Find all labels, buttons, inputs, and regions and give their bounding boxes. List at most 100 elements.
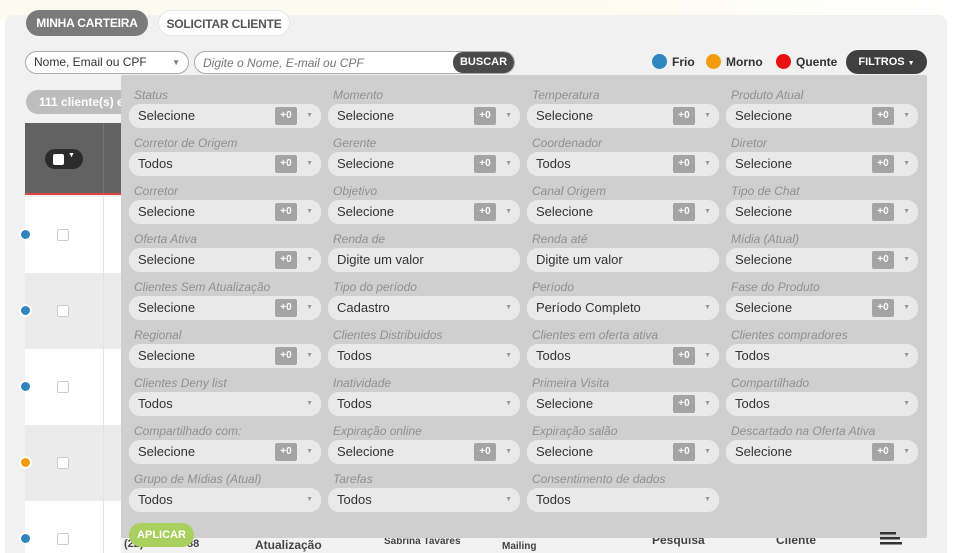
filter-select[interactable]: Selecione +0 ▼ [726, 104, 918, 128]
chevron-down-icon: ▼ [704, 496, 711, 503]
filter-select[interactable]: Selecione +0 ▼ [328, 152, 520, 176]
filter-value: Selecione [735, 204, 793, 219]
filter-select[interactable]: Selecione +0 ▼ [328, 440, 520, 464]
row-checkbox[interactable] [57, 229, 69, 241]
apply-filters-button[interactable]: APLICAR [129, 523, 194, 547]
row-checkbox[interactable] [57, 305, 69, 317]
filter-label: Expiração online [333, 424, 422, 438]
row-checkbox[interactable] [57, 533, 69, 545]
filter-select[interactable]: Selecione +0 ▼ [726, 152, 918, 176]
filter-select[interactable]: Todos ▼ [726, 344, 918, 368]
legend-label: Morno [726, 54, 763, 69]
filter-select[interactable]: Selecione +0 ▼ [129, 104, 321, 128]
chevron-down-icon: ▼ [704, 160, 711, 167]
tab-minha-carteira[interactable]: MINHA CARTEIRA [26, 10, 148, 36]
filter-select[interactable]: Selecione +0 ▼ [328, 104, 520, 128]
filter-value: Selecione [138, 204, 196, 219]
filter-select[interactable]: Todos ▼ [527, 488, 719, 512]
search-box: BUSCAR [194, 51, 515, 74]
selected-count-badge: +0 [673, 443, 695, 461]
chevron-down-icon: ▼ [306, 112, 313, 119]
filter-select[interactable]: Selecione +0 ▼ [726, 248, 918, 272]
list-icon[interactable] [880, 531, 902, 545]
filter-input[interactable]: Digite um valor [328, 248, 520, 272]
legend-label: Frio [672, 54, 695, 69]
table-row[interactable] [19, 425, 121, 501]
tab-solicitar-cliente[interactable]: SOLICITAR CLIENTE [158, 10, 290, 36]
search-type-value: Nome, Email ou CPF [34, 55, 147, 69]
filter-select[interactable]: Todos ▼ [328, 488, 520, 512]
table-row[interactable] [19, 197, 121, 273]
search-input[interactable] [195, 52, 453, 73]
filter-label: Produto Atual [731, 88, 804, 102]
filter-select[interactable]: Selecione +0 ▼ [328, 200, 520, 224]
filter-select[interactable]: Selecione +0 ▼ [129, 248, 321, 272]
chevron-down-icon: ▼ [903, 352, 910, 359]
filter-select[interactable]: Todos ▼ [129, 488, 321, 512]
selected-count-badge: +0 [872, 155, 894, 173]
filter-label: Status [134, 88, 169, 102]
chevron-down-icon: ▼ [903, 112, 910, 119]
table-row[interactable] [19, 501, 121, 553]
filter-select[interactable]: Cadastro ▼ [328, 296, 520, 320]
filter-select[interactable]: Selecione +0 ▼ [726, 440, 918, 464]
filter-select[interactable]: Selecione +0 ▼ [129, 200, 321, 224]
filter-value: Selecione [138, 252, 196, 267]
filter-value: Todos [337, 396, 372, 411]
chevron-down-icon: ▼ [704, 304, 711, 311]
filter-label: Clientes Sem Atualização [134, 280, 271, 294]
filter-value: Período Completo [536, 300, 641, 315]
column-divider [103, 349, 104, 425]
filter-select[interactable]: Todos +0 ▼ [527, 152, 719, 176]
filter-select[interactable]: Todos +0 ▼ [527, 344, 719, 368]
filter-label: Grupo de Mídias (Atual) [134, 472, 262, 486]
selected-count-badge: +0 [474, 107, 496, 125]
filter-value: Todos [138, 396, 173, 411]
select-all-dropdown[interactable]: ▼ [45, 149, 83, 169]
filter-value: Todos [337, 492, 372, 507]
filter-select[interactable]: Selecione +0 ▼ [726, 296, 918, 320]
filter-value: Selecione [337, 156, 395, 171]
filter-select[interactable]: Selecione +0 ▼ [726, 200, 918, 224]
filter-select[interactable]: Todos ▼ [328, 344, 520, 368]
filter-select[interactable]: Selecione +0 ▼ [129, 344, 321, 368]
filter-value: Todos [536, 156, 571, 171]
filters-button[interactable]: FILTROS ▼ [846, 50, 927, 74]
filter-label: Expiração salão [532, 424, 618, 438]
table-row[interactable] [19, 349, 121, 425]
filter-select[interactable]: Todos ▼ [328, 392, 520, 416]
row-col2: Atualização [255, 538, 322, 552]
filter-value: Selecione [536, 396, 594, 411]
table-row[interactable] [19, 273, 121, 349]
chevron-down-icon: ▼ [505, 448, 512, 455]
filter-select[interactable]: Selecione +0 ▼ [527, 104, 719, 128]
filter-select[interactable]: Selecione +0 ▼ [527, 200, 719, 224]
row-checkbox[interactable] [57, 381, 69, 393]
temperature-dot-icon [19, 304, 32, 317]
filter-value: Selecione [735, 108, 793, 123]
temperature-dot-icon [19, 456, 32, 469]
chevron-down-icon: ▼ [306, 352, 313, 359]
filter-select[interactable]: Selecione +0 ▼ [129, 440, 321, 464]
filter-select[interactable]: Período Completo ▼ [527, 296, 719, 320]
filter-label: Primeira Visita [532, 376, 610, 390]
filter-value: Todos [536, 492, 571, 507]
select-all-checkbox[interactable] [53, 154, 64, 165]
temperature-dot-icon [19, 380, 32, 393]
filter-select[interactable]: Selecione +0 ▼ [129, 296, 321, 320]
selected-count-badge: +0 [673, 107, 695, 125]
filter-select[interactable]: Selecione +0 ▼ [527, 392, 719, 416]
chevron-down-icon: ▼ [903, 208, 910, 215]
filter-select[interactable]: Todos +0 ▼ [129, 152, 321, 176]
filter-select[interactable]: Selecione +0 ▼ [527, 440, 719, 464]
filter-select[interactable]: Todos ▼ [129, 392, 321, 416]
filter-select[interactable]: Todos ▼ [726, 392, 918, 416]
filter-value: Selecione [138, 348, 196, 363]
filter-input[interactable]: Digite um valor [527, 248, 719, 272]
search-type-select[interactable]: Nome, Email ou CPF ▼ [25, 51, 189, 74]
filter-value: Selecione [735, 300, 793, 315]
search-button[interactable]: BUSCAR [453, 52, 514, 73]
row-checkbox[interactable] [57, 457, 69, 469]
filter-label: Tipo do período [333, 280, 417, 294]
chevron-down-icon: ▼ [903, 160, 910, 167]
